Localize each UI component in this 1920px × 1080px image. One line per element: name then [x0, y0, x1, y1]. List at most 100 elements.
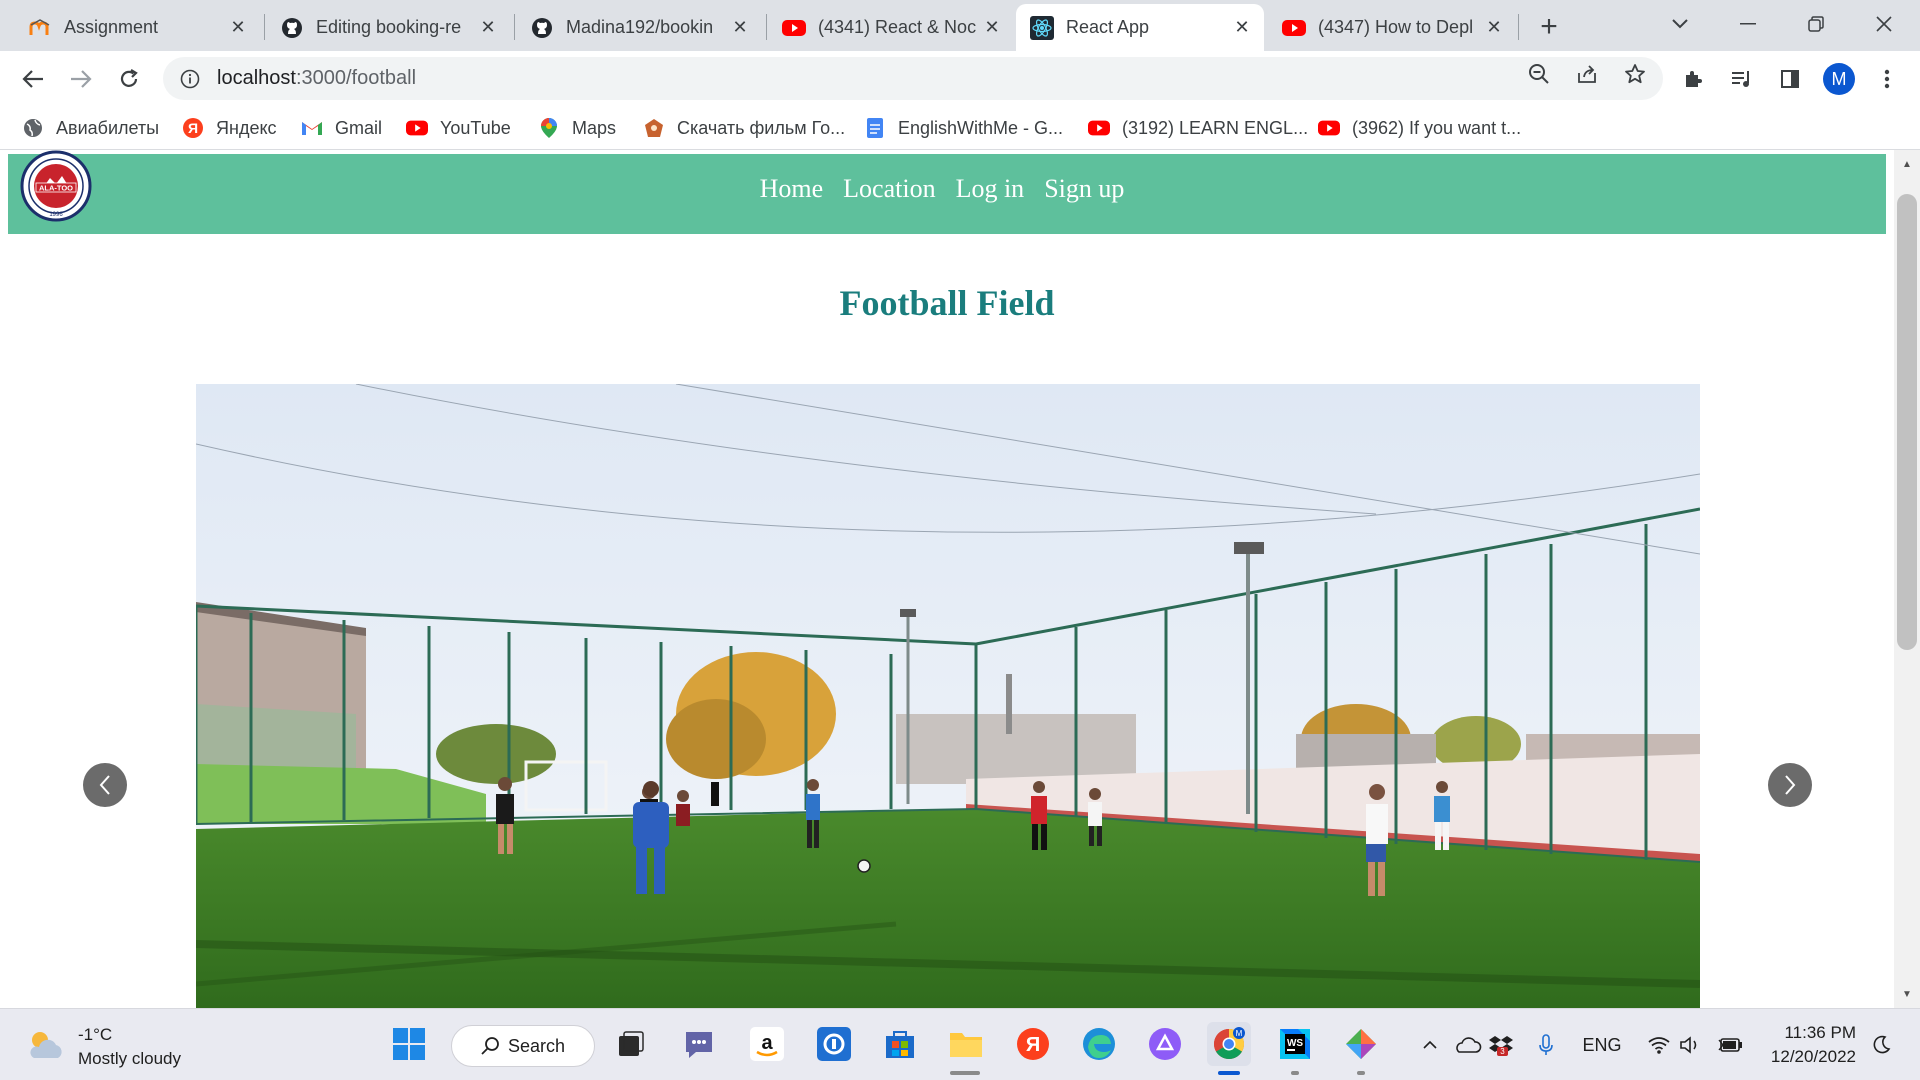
bookmark-yandex[interactable]: Я Яндекс	[182, 114, 277, 142]
chevron-down-icon	[1672, 19, 1688, 29]
microphone-tray-icon[interactable]	[1534, 1031, 1558, 1059]
minimize-button[interactable]	[1722, 6, 1774, 42]
bookmark-englishwithme[interactable]: EnglishWithMe - G...	[864, 114, 1063, 142]
onedrive-tray-icon[interactable]	[1452, 1031, 1484, 1059]
close-icon[interactable]: ✕	[982, 17, 1002, 38]
bookmark-label: Скачать фильм Го...	[677, 117, 846, 138]
nav-signup-link[interactable]: Sign up	[1044, 174, 1124, 204]
url-path: :3000/football	[295, 67, 417, 89]
scrollbar-thumb[interactable]	[1897, 194, 1917, 650]
app-button-diamond[interactable]	[1339, 1022, 1383, 1066]
windows-taskbar: -1°C Mostly cloudy Search a Я M WS 3 ENG…	[0, 1008, 1920, 1080]
start-button[interactable]	[387, 1022, 431, 1066]
scroll-down-arrow[interactable]: ▼	[1897, 984, 1917, 1004]
wifi-tray-icon[interactable]	[1644, 1031, 1674, 1059]
more-vertical-icon	[1884, 69, 1890, 89]
carousel-prev-button[interactable]	[83, 763, 127, 807]
address-bar[interactable]: localhost:3000/football	[163, 57, 1663, 100]
taskbar-clock[interactable]: 11:36 PM 12/20/2022	[1764, 1021, 1856, 1069]
tab-divider	[514, 14, 515, 40]
carousel-next-button[interactable]	[1768, 763, 1812, 807]
tab-divider	[766, 14, 767, 40]
star-icon	[1625, 64, 1645, 84]
show-hidden-icons-button[interactable]	[1418, 1031, 1442, 1059]
extensions-button[interactable]	[1677, 62, 1711, 96]
close-window-button[interactable]	[1858, 6, 1910, 42]
weather-temp: -1°C	[78, 1025, 113, 1044]
nav-login-link[interactable]: Log in	[956, 174, 1025, 204]
bookmark-label: Авиабилеты	[56, 117, 160, 138]
site-navbar: ALA-TOO 1996 Home Location Log in Sign u…	[8, 150, 1886, 234]
tab-search-button[interactable]	[1654, 6, 1706, 42]
github-icon	[280, 16, 304, 40]
chevron-up-icon	[1423, 1040, 1437, 1049]
clock-date: 12/20/2022	[1770, 1047, 1856, 1066]
task-view-button[interactable]	[609, 1022, 653, 1066]
taskbar-search[interactable]: Search	[451, 1025, 595, 1067]
tab-madina-booking[interactable]: Madina192/bookin ✕	[516, 4, 762, 51]
alice-button[interactable]	[1143, 1022, 1187, 1066]
reload-button[interactable]	[110, 60, 148, 98]
svg-text:Я: Я	[1026, 1034, 1040, 1056]
dropbox-tray-icon[interactable]: 3	[1486, 1031, 1516, 1059]
bookmark-star-button[interactable]	[1620, 59, 1650, 89]
bookmark-aviabilety[interactable]: Авиабилеты	[22, 114, 159, 142]
chrome-button[interactable]: M	[1207, 1022, 1251, 1066]
info-icon[interactable]	[177, 66, 203, 92]
volume-tray-icon[interactable]	[1676, 1031, 1706, 1059]
edge-button[interactable]	[1077, 1022, 1121, 1066]
bookmark-label: (3192) LEARN ENGL...	[1122, 117, 1309, 138]
weather-widget[interactable]: -1°C Mostly cloudy	[26, 1023, 181, 1071]
back-button[interactable]	[14, 60, 52, 98]
profile-avatar[interactable]: M	[1823, 63, 1855, 95]
scroll-up-arrow[interactable]: ▲	[1897, 154, 1917, 174]
close-icon[interactable]: ✕	[730, 17, 750, 38]
nav-location-link[interactable]: Location	[843, 174, 935, 204]
bookmark-if-you-want[interactable]: (3962) If you want t...	[1318, 114, 1521, 142]
chat-icon	[686, 1032, 712, 1058]
bookmark-learn-english[interactable]: (3192) LEARN ENGL...	[1088, 114, 1308, 142]
tab-how-to-deploy[interactable]: (4347) How to Depl ✕	[1268, 4, 1516, 51]
close-icon[interactable]: ✕	[1232, 17, 1252, 38]
yandex-browser-button[interactable]: Я	[1011, 1022, 1055, 1066]
side-panel-icon	[1781, 70, 1799, 88]
battery-icon	[1718, 1038, 1742, 1052]
close-icon[interactable]: ✕	[228, 17, 248, 38]
webstorm-button[interactable]: WS	[1273, 1022, 1317, 1066]
bookmark-film[interactable]: Скачать фильм Го...	[643, 114, 845, 142]
amazon-app-button[interactable]: a	[745, 1022, 789, 1066]
svg-text:WS: WS	[1287, 1038, 1303, 1049]
app-button-blue[interactable]	[812, 1022, 856, 1066]
running-indicator	[950, 1071, 980, 1075]
media-button[interactable]	[1725, 62, 1759, 96]
notifications-button[interactable]	[1866, 1031, 1896, 1059]
bookmark-youtube[interactable]: YouTube	[406, 114, 511, 142]
forward-button[interactable]	[62, 60, 100, 98]
nav-home-link[interactable]: Home	[760, 174, 824, 204]
svg-text:M: M	[1236, 1029, 1243, 1038]
side-panel-button[interactable]	[1773, 62, 1807, 96]
bookmark-maps[interactable]: Maps	[538, 114, 616, 142]
bookmark-gmail[interactable]: Gmail	[301, 114, 382, 142]
tab-react-node[interactable]: (4341) React & Noc ✕	[768, 4, 1014, 51]
microsoft-store-button[interactable]	[878, 1022, 922, 1066]
share-button[interactable]	[1572, 59, 1602, 89]
restore-button[interactable]	[1790, 6, 1842, 42]
file-explorer-button[interactable]	[944, 1022, 988, 1066]
tab-assignment[interactable]: Assignment ✕	[14, 4, 260, 51]
zoom-button[interactable]	[1524, 59, 1554, 89]
new-tab-button[interactable]: +	[1532, 10, 1566, 44]
language-indicator[interactable]: ENG	[1576, 1031, 1628, 1059]
teams-chat-button[interactable]	[677, 1022, 721, 1066]
film-icon	[643, 117, 665, 139]
alice-icon	[1149, 1028, 1181, 1060]
tab-react-app[interactable]: React App ✕	[1016, 4, 1264, 51]
bookmark-label: Яндекс	[216, 117, 277, 138]
tab-editing-booking[interactable]: Editing booking-re ✕	[266, 4, 510, 51]
menu-button[interactable]	[1870, 62, 1904, 96]
close-icon[interactable]: ✕	[478, 17, 498, 38]
close-icon[interactable]: ✕	[1484, 17, 1504, 38]
battery-tray-icon[interactable]	[1716, 1031, 1746, 1059]
github-icon	[530, 16, 554, 40]
url-host: localhost	[217, 67, 296, 89]
